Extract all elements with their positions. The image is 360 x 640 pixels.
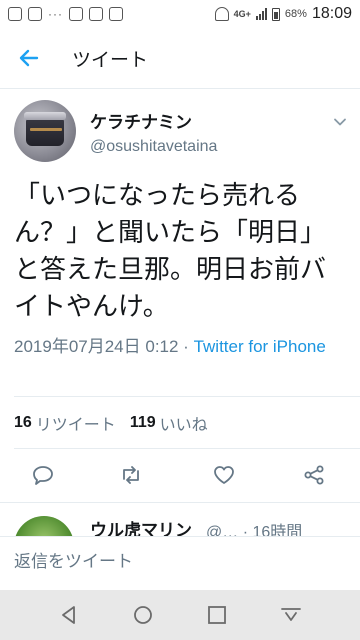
author-display-name[interactable]: ケラチナミン xyxy=(90,108,192,133)
battery-icon xyxy=(271,7,280,21)
author-handle[interactable]: @osushitavetaina xyxy=(90,138,217,156)
divider xyxy=(14,448,360,449)
tweet-author: ケラチナミン @osushitavetaina xyxy=(0,98,360,174)
mail-notification-icon xyxy=(8,7,22,21)
nav-notifications-icon[interactable] xyxy=(279,603,303,627)
like-button[interactable] xyxy=(211,462,237,488)
notification-icons: ··· xyxy=(8,7,123,21)
reply-author-meta: @… · 16時間 xyxy=(206,524,303,536)
reply-input[interactable]: 返信をツイート xyxy=(14,547,133,572)
tweet-timestamp: 2019年07月24日 0:12 · xyxy=(14,337,194,356)
arrow-left-icon xyxy=(19,49,39,67)
reply-author-name[interactable]: ウル虎マリン xyxy=(90,516,192,536)
like-label[interactable]: いいね xyxy=(160,411,208,435)
network-type: 4G+ xyxy=(233,9,251,19)
reply-preview[interactable]: ウル虎マリン @… · 16時間 xyxy=(0,510,360,536)
more-notifications-indicator: ··· xyxy=(48,7,63,21)
app-header: ツイート xyxy=(0,34,360,82)
system-icons: 4G+ 68% 18:09 xyxy=(214,5,352,23)
app-notification-icon xyxy=(28,7,42,21)
battery-percent: 68% xyxy=(284,8,307,20)
retweet-button[interactable] xyxy=(118,462,144,488)
retweet-label[interactable]: リツイート xyxy=(36,411,116,435)
nav-back-icon[interactable] xyxy=(57,603,81,627)
nfc-icon xyxy=(109,7,123,21)
nav-recents-icon[interactable] xyxy=(205,603,229,627)
page-title: ツイート xyxy=(72,49,149,71)
reply-compose-bar[interactable]: 返信をツイート xyxy=(0,536,360,580)
chevron-down-icon[interactable] xyxy=(332,114,348,130)
reply-button[interactable] xyxy=(30,462,56,488)
avatar[interactable] xyxy=(14,516,74,536)
back-button[interactable] xyxy=(0,34,56,82)
vibrate-icon xyxy=(69,7,83,21)
share-icon xyxy=(304,465,324,485)
retweet-count[interactable]: 16 xyxy=(14,414,32,432)
like-count[interactable]: 119 xyxy=(130,414,156,432)
tweet-source-link[interactable]: Twitter for iPhone xyxy=(194,337,326,356)
share-button[interactable] xyxy=(301,462,327,488)
tweet-actions xyxy=(0,452,360,498)
signal-icon xyxy=(255,8,267,20)
wifi-icon xyxy=(214,7,229,21)
divider xyxy=(0,502,360,503)
status-bar: ··· 4G+ 68% 18:09 xyxy=(0,0,360,28)
tweet-text: 「いつになったら売れるん？」と聞いたら「明日」と答えた旦那。明日お前バイトやんけ… xyxy=(14,181,327,322)
retweet-icon xyxy=(123,466,139,484)
reply-icon xyxy=(33,466,53,485)
divider xyxy=(14,396,360,397)
system-nav-bar xyxy=(0,590,360,640)
avatar[interactable] xyxy=(14,100,76,162)
tweet-stats: 16 リツイート 119 いいね xyxy=(14,410,222,436)
heart-icon xyxy=(214,466,234,484)
tweet-meta: 2019年07月24日 0:12 · Twitter for iPhone xyxy=(14,334,350,360)
nav-home-icon[interactable] xyxy=(131,603,155,627)
alarm-icon xyxy=(89,7,103,21)
clock: 18:09 xyxy=(311,5,352,22)
header-divider xyxy=(0,88,360,89)
